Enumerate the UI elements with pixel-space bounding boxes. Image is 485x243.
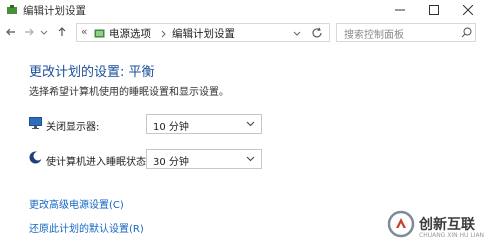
page-title: 更改计划的设置: 平衡 [29,65,155,80]
monitor-icon [29,117,42,129]
recent-locations-button[interactable] [39,24,49,40]
chevron-down-icon [246,156,255,162]
display-off-label: 关闭显示器: [46,122,100,133]
window-title: 编辑计划设置 [23,5,86,17]
navigation-bar: « 电源选项 编辑计划设置 搜索控制面板 [0,20,485,46]
maximize-icon [429,5,439,15]
sleep-select[interactable]: 30 分钟 [146,149,262,169]
title-bar: 编辑计划设置 [0,0,485,20]
address-bar[interactable]: « 电源选项 编辑计划设置 [76,23,330,42]
display-off-value: 10 分钟 [153,122,189,133]
arrow-right-icon [25,28,34,36]
minimize-icon [395,9,405,11]
arrow-up-icon [58,27,66,36]
search-icon[interactable] [461,27,472,38]
minimize-button[interactable] [383,1,417,19]
chevron-down-icon[interactable] [293,30,301,38]
sleep-value: 30 分钟 [153,157,189,168]
search-placeholder: 搜索控制面板 [344,30,404,41]
brand-subtitle: CHUANG XIN HU LIAN [419,232,485,239]
advanced-power-settings-link[interactable]: 更改高级电源设置(C) [29,196,124,211]
breadcrumb-item-edit-plan[interactable]: 编辑计划设置 [172,26,235,41]
refresh-icon[interactable] [311,27,323,39]
power-options-icon [7,5,17,14]
forward-button[interactable] [22,24,36,40]
arrow-left-icon [6,28,15,36]
display-off-select[interactable]: 10 分钟 [146,114,262,134]
control-panel-icon [94,29,105,38]
close-button[interactable] [451,1,485,19]
moon-icon [29,151,42,164]
brand-logo-icon [387,210,415,238]
brand-watermark: 创新互联 CHUANG XIN HU LIAN [383,208,485,243]
sleep-label: 使计算机进入睡眠状态: [46,157,150,168]
close-icon [463,5,473,15]
breadcrumb-item-power-options[interactable]: 电源选项 [109,26,151,41]
chevron-down-icon [40,30,48,35]
restore-defaults-link[interactable]: 还原此计划的默认设置(R) [29,220,144,235]
up-button[interactable] [55,24,69,40]
chevron-right-icon [161,30,166,38]
search-input[interactable]: 搜索控制面板 [336,23,476,42]
back-button[interactable] [4,24,18,40]
breadcrumb-overflow[interactable]: « [81,26,87,38]
brand-name: 创新互联 [419,217,475,233]
chevron-down-icon [246,121,255,127]
maximize-button[interactable] [417,1,451,19]
page-description: 选择希望计算机使用的睡眠设置和显示设置。 [29,87,229,98]
